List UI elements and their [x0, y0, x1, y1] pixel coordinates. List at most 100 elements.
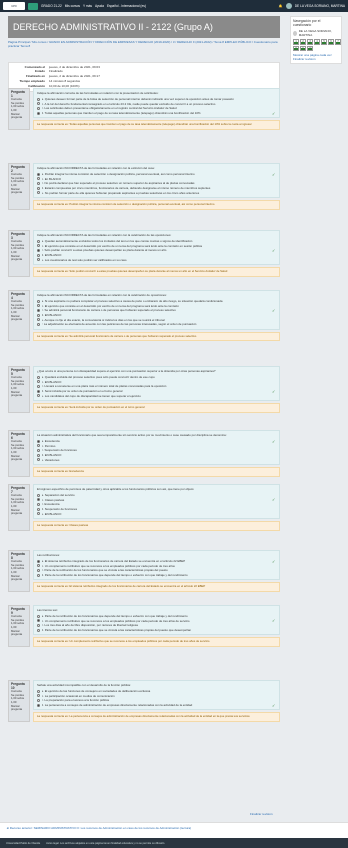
radio-button[interactable] — [37, 308, 40, 312]
radio-button[interactable] — [37, 313, 40, 317]
radio-button[interactable] — [37, 564, 40, 568]
answer-option[interactable]: c. Llevará a someterse en una plaza más … — [37, 384, 276, 389]
answer-option[interactable]: e. Vacaciones — [37, 457, 276, 462]
answer-option[interactable]: b. El ejercicio que consiste en el desar… — [37, 244, 276, 249]
radio-button[interactable] — [37, 258, 40, 262]
answer-option[interactable]: b. El ejercicio que consiste en el desar… — [37, 304, 276, 309]
radio-button[interactable] — [37, 493, 40, 497]
avatar[interactable] — [285, 3, 292, 9]
radio-button[interactable] — [37, 703, 40, 707]
answer-option[interactable]: d. Suspensión de funciones — [37, 507, 276, 512]
question-nav-button[interactable]: 7 — [335, 39, 341, 45]
answer-option[interactable]: c. Excedencia — [37, 502, 276, 507]
flag-question-link[interactable]: Marcar pregunta — [11, 390, 27, 398]
answer-option[interactable]: c. Se admitirá personal funcionario de c… — [37, 308, 276, 313]
radio-button[interactable] — [37, 253, 40, 257]
answer-option[interactable]: c. Parte de la retribución de los funcio… — [37, 568, 276, 573]
user-name[interactable]: DE LA VEGA SORIANO, MARTINA — [295, 4, 345, 8]
answer-option[interactable]: e. Aunque no fije el día exacto, la conv… — [37, 317, 276, 322]
answer-option[interactable]: d. Será incluida por su orden de puntuac… — [37, 389, 276, 394]
flag-question-link[interactable]: Marcar pregunta — [11, 704, 27, 712]
answer-option[interactable]: c. Sólo podrán concurrir a estas pruebas… — [37, 248, 276, 253]
question-nav-button[interactable]: 1 — [293, 39, 299, 45]
answer-option[interactable]: d. Parte de la retribución de los funcio… — [37, 573, 276, 578]
answer-option[interactable]: a. El sistema retributivo integrado de l… — [37, 559, 276, 564]
radio-button[interactable] — [37, 181, 40, 185]
answer-option[interactable]: c. La preparación para el acceso a la fu… — [37, 698, 276, 703]
radio-button[interactable] — [37, 512, 40, 516]
answer-option[interactable]: a. Quedan automáticamente excluidos todo… — [37, 239, 276, 244]
radio-button[interactable] — [37, 498, 40, 502]
answer-option[interactable]: d. EN BLANCO — [37, 453, 276, 458]
answer-option[interactable]: a. Si una aspirante no pudiera completar… — [37, 299, 276, 304]
platform-logo[interactable] — [28, 2, 38, 10]
radio-button[interactable] — [37, 380, 40, 384]
menu-my-courses[interactable]: Mis cursos — [65, 4, 80, 8]
radio-button[interactable] — [37, 698, 40, 702]
answer-option[interactable]: b. La participación ocasional en medios … — [37, 694, 276, 699]
answer-option[interactable]: b. Clases pasivas ✓ — [37, 498, 276, 503]
radio-button[interactable] — [37, 444, 40, 448]
radio-button[interactable] — [37, 318, 40, 322]
answer-option[interactable]: e. No podrán formar parte de ella quiene… — [37, 190, 276, 195]
answer-option[interactable]: d. La pertenencia a consejos de administ… — [37, 703, 276, 708]
flag-question-link[interactable]: Marcar pregunta — [11, 254, 27, 262]
radio-button[interactable] — [37, 97, 40, 101]
radio-button[interactable] — [37, 568, 40, 572]
flag-question-link[interactable]: Marcar pregunta — [11, 454, 27, 462]
answer-option[interactable]: b. En BLANCO — [37, 177, 276, 182]
radio-button[interactable] — [37, 239, 40, 243]
radio-button[interactable] — [37, 689, 40, 693]
site-name[interactable]: GRADO 21-22 — [41, 4, 62, 8]
question-nav-button[interactable]: 9 — [300, 45, 306, 51]
question-nav-button[interactable]: 10 — [307, 45, 313, 51]
radio-button[interactable] — [37, 248, 40, 252]
language-select[interactable]: Español - Internacional (es) — [107, 4, 146, 8]
radio-button[interactable] — [37, 102, 40, 106]
flag-question-link[interactable]: Marcar pregunta — [11, 314, 27, 322]
answer-option[interactable]: e. Los cuestionarios de test solo podrán… — [37, 257, 276, 262]
answer-option[interactable]: d. EN BLANCO — [37, 313, 276, 318]
answer-option[interactable]: b. EN BLANCO — [37, 380, 276, 385]
answer-option[interactable]: a. El ejercicio de las funciones de cons… — [37, 689, 276, 694]
nav-finish-review-link[interactable]: Finalizar revisión — [293, 57, 339, 61]
answer-option[interactable]: a. Excedencia ✓ — [37, 439, 276, 444]
breadcrumb[interactable]: Página Principal / Mis cursos / GRADO EN… — [8, 40, 280, 48]
radio-button[interactable] — [37, 304, 40, 308]
radio-button[interactable] — [37, 186, 40, 190]
answer-option[interactable]: b. Un complemento retributivo que se rec… — [37, 564, 276, 569]
radio-button[interactable] — [37, 507, 40, 511]
flag-question-link[interactable]: Marcar pregunta — [11, 629, 27, 637]
radio-button[interactable] — [37, 177, 40, 181]
radio-button[interactable] — [37, 384, 40, 388]
answer-option[interactable]: a. Quienes deseen formar parte de la bol… — [37, 97, 276, 102]
answer-option[interactable]: d. EN BLANCO — [37, 253, 276, 258]
radio-button[interactable] — [37, 244, 40, 248]
radio-button[interactable] — [37, 111, 40, 115]
radio-button[interactable] — [37, 322, 40, 326]
answer-option[interactable]: c. Los tres días al año de libre disposi… — [37, 623, 276, 628]
radio-button[interactable] — [37, 448, 40, 452]
previous-activity-link[interactable]: ◄ Recurso anterior: SEMINARIO ADMINISTRA… — [0, 822, 348, 838]
radio-button[interactable] — [37, 453, 40, 457]
answer-option[interactable]: c. No podrá declarar que han superado el… — [37, 181, 276, 186]
answer-option[interactable]: a. Separación del servicio — [37, 493, 276, 498]
flag-question-link[interactable]: Marcar pregunta — [11, 574, 27, 582]
radio-button[interactable] — [37, 299, 40, 303]
radio-button[interactable] — [37, 191, 40, 195]
radio-button[interactable] — [37, 619, 40, 623]
answer-option[interactable]: b. Un complemento retributivo que se rec… — [37, 619, 276, 624]
question-nav-button[interactable]: 3 — [307, 39, 313, 45]
answer-option[interactable]: c. Suspensión de funciones — [37, 448, 276, 453]
answer-option[interactable]: f. La adjudicación se efectuará de acuer… — [37, 322, 276, 327]
radio-button[interactable] — [37, 439, 40, 443]
question-nav-button[interactable]: 6 — [328, 39, 334, 45]
finish-review-link[interactable]: Finalizar revisión — [250, 812, 273, 816]
radio-button[interactable] — [37, 394, 40, 398]
answer-option[interactable]: e. EN BLANCO — [37, 511, 276, 516]
radio-button[interactable] — [37, 172, 40, 176]
answer-option[interactable]: a. Parte de la retribución de los funcio… — [37, 614, 276, 619]
bell-icon[interactable]: 🔔 — [279, 4, 283, 8]
flag-question-link[interactable]: Marcar pregunta — [11, 508, 27, 516]
answer-option[interactable]: a. Quedará excluida del proceso selectiv… — [37, 375, 276, 380]
